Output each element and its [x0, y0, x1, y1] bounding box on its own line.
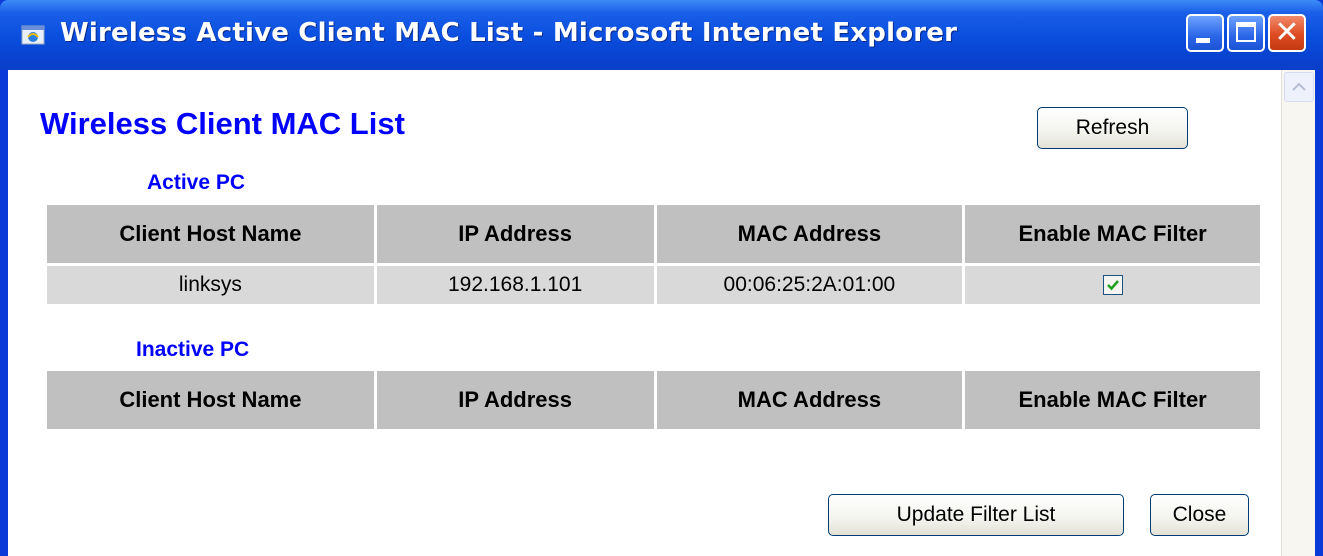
table-header-row: Client Host Name IP Address MAC Address …	[47, 371, 1260, 429]
scroll-up-button[interactable]	[1284, 72, 1314, 102]
client-mac-address: 00:06:25:2A:01:00	[656, 266, 963, 304]
title-bar[interactable]: Wireless Active Client MAC List - Micros…	[0, 0, 1323, 70]
minimize-button[interactable]	[1186, 14, 1224, 52]
checkmark-icon	[1106, 280, 1119, 291]
chevron-up-icon	[1292, 82, 1306, 91]
column-header-mac: MAC Address	[656, 205, 963, 263]
inactive-pc-heading: Inactive PC	[136, 338, 250, 361]
close-icon: ✕	[1274, 15, 1300, 50]
column-header-mac: MAC Address	[656, 371, 963, 429]
close-button[interactable]: Close	[1150, 494, 1249, 536]
close-window-button[interactable]: ✕	[1268, 14, 1306, 52]
table-header-row: Client Host Name IP Address MAC Address …	[47, 205, 1260, 263]
active-pc-heading: Active PC	[147, 171, 246, 194]
browser-window: Wireless Active Client MAC List - Micros…	[0, 0, 1323, 556]
internet-explorer-icon	[20, 22, 46, 48]
table-row: linksys 192.168.1.101 00:06:25:2A:01:00	[47, 266, 1260, 304]
maximize-icon	[1236, 22, 1256, 42]
refresh-button[interactable]: Refresh	[1037, 107, 1188, 149]
mac-filter-cell	[965, 266, 1260, 304]
client-host-name: linksys	[47, 266, 374, 304]
minimize-icon	[1196, 38, 1210, 43]
column-header-ip: IP Address	[376, 205, 654, 263]
page-title: Wireless Client MAC List	[40, 106, 405, 141]
column-header-host: Client Host Name	[47, 371, 374, 429]
column-header-filter: Enable MAC Filter	[965, 205, 1260, 263]
client-ip-address: 192.168.1.101	[376, 266, 654, 304]
vertical-scrollbar[interactable]	[1281, 70, 1315, 556]
column-header-filter: Enable MAC Filter	[965, 371, 1260, 429]
update-filter-list-button[interactable]: Update Filter List	[828, 494, 1124, 536]
inactive-clients-table: Client Host Name IP Address MAC Address …	[44, 368, 1263, 432]
window-title: Wireless Active Client MAC List - Micros…	[60, 18, 958, 48]
column-header-ip: IP Address	[376, 371, 654, 429]
active-clients-table: Client Host Name IP Address MAC Address …	[44, 202, 1263, 307]
window-border	[1315, 70, 1323, 556]
maximize-button[interactable]	[1227, 14, 1265, 52]
column-header-host: Client Host Name	[47, 205, 374, 263]
enable-mac-filter-checkbox[interactable]	[1102, 275, 1123, 296]
